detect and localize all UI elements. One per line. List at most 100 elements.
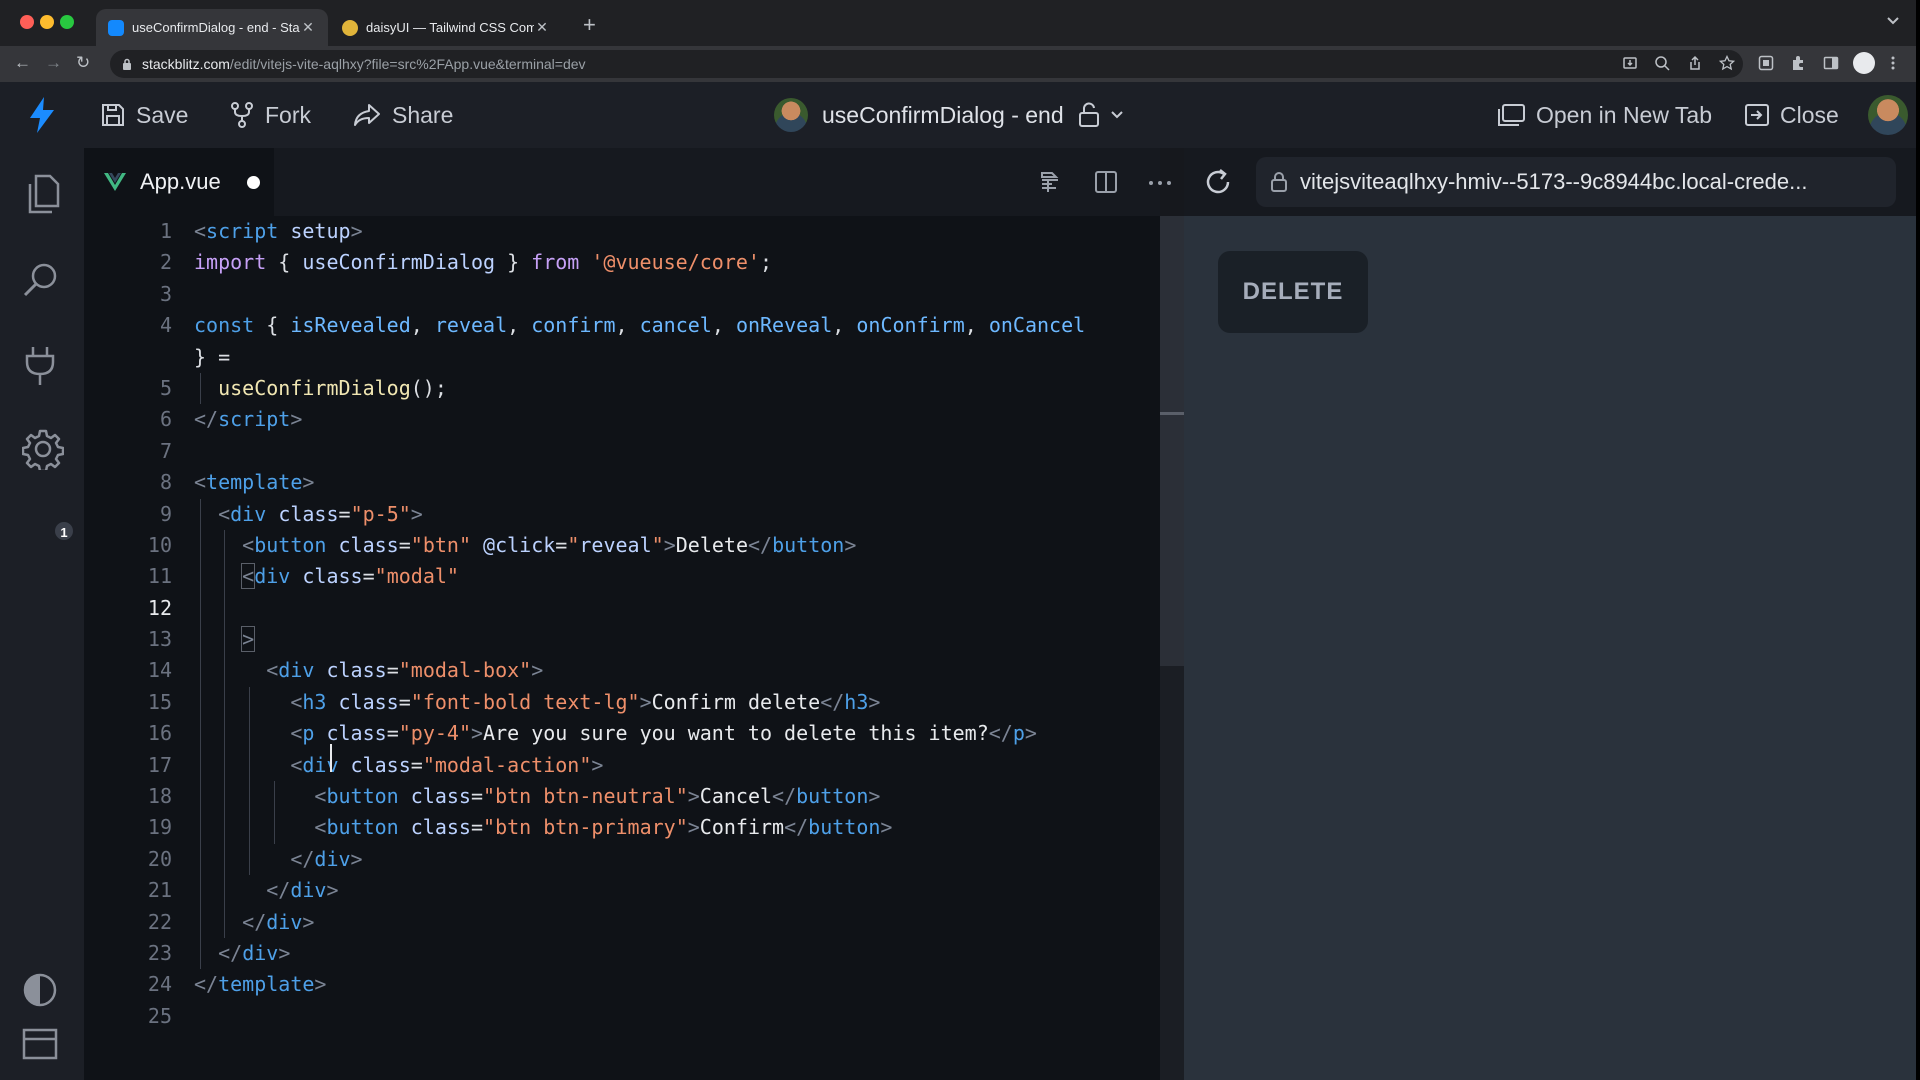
share-button[interactable]: Share bbox=[352, 82, 453, 148]
project-title-area[interactable]: useConfirmDialog - end bbox=[774, 82, 1124, 148]
fork-icon bbox=[229, 101, 255, 129]
browser-menu-icon[interactable] bbox=[1890, 55, 1896, 71]
code-line: </div> bbox=[194, 843, 1240, 876]
scrollbar-thumb[interactable] bbox=[1160, 216, 1184, 666]
user-avatar[interactable] bbox=[1868, 95, 1908, 135]
line-number: 18 bbox=[147, 784, 172, 809]
line-number: 15 bbox=[147, 689, 172, 714]
project-title: useConfirmDialog - end bbox=[822, 101, 1064, 128]
share-icon bbox=[352, 102, 382, 128]
code-line: <button class="btn btn-neutral">Cancel</… bbox=[194, 781, 1240, 813]
tab-title: daisyUI — Tailwind CSS Compo bbox=[366, 20, 534, 35]
split-editor-icon[interactable] bbox=[1094, 170, 1118, 194]
zoom-icon[interactable] bbox=[1654, 55, 1670, 71]
window-zoom-control[interactable] bbox=[60, 15, 74, 29]
tab-search-chevron-icon[interactable] bbox=[1886, 13, 1900, 27]
save-button[interactable]: Save bbox=[100, 82, 188, 148]
code-line: </div> bbox=[194, 937, 1240, 970]
share-label: Share bbox=[392, 101, 454, 128]
url-host: stackblitz.com bbox=[142, 56, 230, 72]
line-number: 20 bbox=[147, 846, 172, 871]
window-close-control[interactable] bbox=[20, 15, 34, 29]
editor-tab-bar: App.vue bbox=[84, 148, 1171, 216]
stackblitz-favicon-icon bbox=[108, 19, 124, 36]
close-label: Close bbox=[1780, 101, 1839, 128]
lock-icon bbox=[122, 58, 132, 71]
tab-app-vue[interactable]: App.vue bbox=[84, 148, 274, 216]
code-line: <div class="modal-box"> bbox=[194, 655, 1240, 687]
window-minimize-control[interactable] bbox=[40, 15, 54, 29]
browser-tab-stackblitz[interactable]: useConfirmDialog - end - Stac ✕ bbox=[96, 9, 328, 46]
side-panel-icon[interactable] bbox=[1823, 55, 1839, 71]
unlock-icon[interactable] bbox=[1078, 102, 1100, 128]
reload-icon[interactable]: ↻ bbox=[76, 53, 90, 73]
plug-icon[interactable] bbox=[22, 344, 58, 388]
bookmark-star-icon[interactable] bbox=[1719, 55, 1735, 71]
fork-button[interactable]: Fork bbox=[229, 82, 311, 148]
line-number: 25 bbox=[147, 1003, 172, 1028]
preview-url: vitejsviteaqlhxy-hmiv--5173--9c8944bc.lo… bbox=[1300, 169, 1808, 194]
delete-button[interactable]: DELETE bbox=[1218, 251, 1368, 333]
format-icon[interactable] bbox=[1038, 170, 1062, 194]
chevron-down-icon[interactable] bbox=[1110, 110, 1124, 120]
line-number: 2 bbox=[159, 250, 172, 275]
install-app-icon[interactable] bbox=[1622, 55, 1638, 71]
code-line: <h3 class="font-bold text-lg">Confirm de… bbox=[194, 686, 1240, 719]
close-tab-icon[interactable]: ✕ bbox=[300, 19, 316, 36]
code-line: <div class="modal-action"> bbox=[194, 749, 1240, 782]
panel-layout-icon[interactable] bbox=[22, 1028, 58, 1060]
preview-url-bar[interactable]: vitejsviteaqlhxy-hmiv--5173--9c8944bc.lo… bbox=[1256, 157, 1896, 207]
address-bar[interactable]: stackblitz.com/edit/vitejs-vite-aqlhxy?f… bbox=[110, 50, 1743, 78]
line-number: 5 bbox=[159, 375, 172, 400]
line-number: 17 bbox=[147, 752, 172, 777]
code-line: } = bbox=[194, 344, 231, 369]
code-line: <script setup> bbox=[194, 219, 363, 243]
line-number: 9 bbox=[159, 501, 172, 526]
scrollbar-cursor-marker bbox=[1160, 412, 1184, 415]
owner-avatar bbox=[774, 98, 808, 132]
daisyui-favicon-icon bbox=[342, 19, 358, 36]
code-line: </div> bbox=[194, 875, 1240, 907]
code-line: <div class="modal" bbox=[194, 561, 1240, 593]
close-preview-button[interactable]: Close bbox=[1744, 82, 1839, 148]
browser-toolbar: ← → ↻ stackblitz.com/edit/vitejs-vite-aq… bbox=[0, 46, 1920, 82]
gear-icon[interactable] bbox=[22, 428, 64, 470]
more-actions-icon[interactable] bbox=[1148, 180, 1172, 186]
back-arrow-icon[interactable]: ← bbox=[14, 53, 31, 73]
code-editor: App.vue 1 2 3 4 5 6 7 8 9 10 11 12 13 14 15 16 17 18 19 20 2… bbox=[84, 148, 1171, 1080]
tab-label: App.vue bbox=[140, 169, 221, 194]
code-line: <div class="p-5"> bbox=[194, 498, 1240, 530]
forward-arrow-icon[interactable]: → bbox=[45, 53, 62, 73]
extensions-badge: 1 bbox=[53, 520, 75, 542]
code-line: import { useConfirmDialog } from '@vueus… bbox=[194, 250, 772, 275]
share-page-icon[interactable] bbox=[1687, 55, 1703, 71]
open-in-new-tab-button[interactable]: Open in New Tab bbox=[1496, 82, 1712, 148]
line-number bbox=[84, 342, 194, 373]
code-line: <p class="py-4">Are you sure you want to… bbox=[194, 718, 1240, 750]
text-cursor bbox=[330, 744, 332, 772]
code-lines[interactable]: <script setup> import { useConfirmDialog… bbox=[194, 216, 1240, 1032]
code-line: useConfirmDialog(); bbox=[194, 372, 1240, 405]
line-number: 11 bbox=[147, 564, 172, 589]
line-number: 19 bbox=[147, 815, 172, 840]
extensions-puzzle-icon[interactable] bbox=[1790, 55, 1806, 71]
editor-scrollbar[interactable] bbox=[1160, 216, 1184, 1080]
browser-tab-daisyui[interactable]: daisyUI — Tailwind CSS Compo ✕ bbox=[330, 9, 562, 46]
close-tab-icon[interactable]: ✕ bbox=[534, 19, 550, 36]
code-line: </script> bbox=[194, 407, 303, 432]
search-icon[interactable] bbox=[22, 260, 62, 300]
profile-avatar[interactable] bbox=[1853, 52, 1875, 74]
line-number: 12 bbox=[147, 595, 172, 620]
new-tab-button[interactable]: + bbox=[583, 12, 596, 38]
stackblitz-logo-icon[interactable] bbox=[28, 96, 56, 134]
files-icon[interactable] bbox=[22, 172, 62, 216]
lock-icon bbox=[1270, 171, 1288, 193]
extension-screen-icon[interactable] bbox=[1758, 55, 1774, 71]
unsaved-dot-icon bbox=[246, 175, 260, 189]
reload-preview-icon[interactable] bbox=[1202, 166, 1234, 198]
theme-toggle-icon[interactable] bbox=[22, 972, 58, 1008]
line-number: 24 bbox=[147, 972, 172, 997]
url-path: /edit/vitejs-vite-aqlhxy?file=src%2FApp.… bbox=[229, 56, 586, 72]
